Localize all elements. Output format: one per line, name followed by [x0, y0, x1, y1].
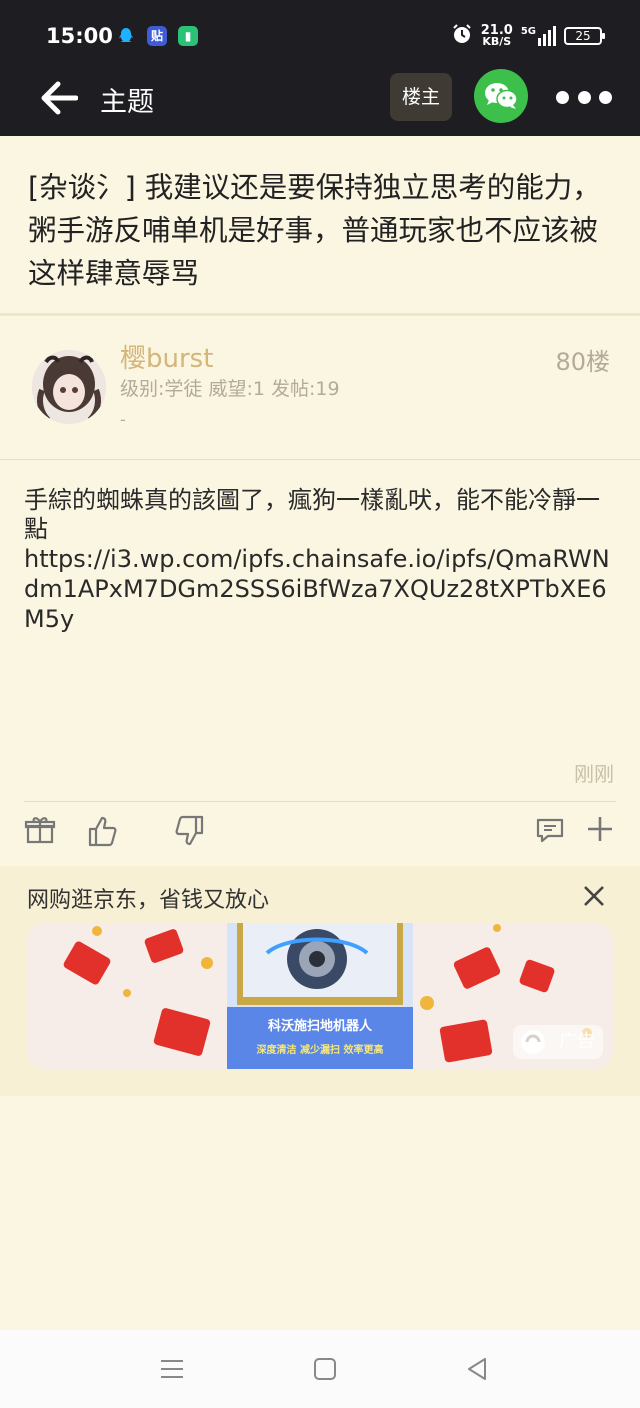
- signal-5g-icon: 5G: [521, 26, 556, 46]
- ad-badge: 广告: [513, 1025, 603, 1059]
- topic-header: [杂谈氵] 我建议还是要保持独立思考的能力，粥手游反哺单机是好事，普通玩家也不应…: [0, 136, 640, 316]
- wechat-share-button[interactable]: [474, 69, 528, 123]
- add-icon[interactable]: [585, 814, 625, 854]
- net-speed: 21.0 KB/S: [480, 23, 513, 48]
- tieba-notification-icon: 贴: [147, 26, 167, 46]
- qq-notification-icon: [116, 26, 136, 46]
- ad-logo-icon: [521, 1030, 545, 1054]
- more-options-button[interactable]: [556, 88, 612, 106]
- status-time: 15:00: [46, 24, 113, 48]
- system-nav-bar: [0, 1330, 640, 1408]
- ad-label[interactable]: 网购逛京东，省钱又放心: [27, 882, 269, 914]
- alarm-icon: [451, 23, 473, 49]
- post-content: 手綜的蜘蛛真的該圖了，瘋狗一樣亂吠，能不能冷靜一點 https://i3.wp.…: [24, 486, 619, 634]
- status-bar: 15:00 贴 ▮ 21.0 KB/S 5G 25: [0, 0, 640, 60]
- op-only-button[interactable]: 楼主: [390, 73, 452, 121]
- dislike-icon[interactable]: [172, 814, 212, 854]
- wechat-icon: [485, 83, 518, 109]
- author-meta: 级别:学徒 威望:1 发帖:19: [120, 378, 340, 400]
- avatar[interactable]: [32, 350, 106, 424]
- menu-icon[interactable]: [159, 1356, 185, 1382]
- ad-banner-title: 科沃施扫地机器人: [267, 1019, 372, 1034]
- ad-product-image: 科沃施扫地机器人 深度清洁 减少漏扫 效率更高: [227, 923, 413, 1069]
- post-link[interactable]: https://i3.wp.com/ipfs.chainsafe.io/ipfs…: [24, 544, 619, 634]
- back-icon[interactable]: [465, 1356, 491, 1382]
- gift-icon[interactable]: [24, 814, 64, 854]
- home-icon[interactable]: [312, 1356, 338, 1382]
- post-author-header: 樱burst 级别:学徒 威望:1 发帖:19 - 80楼: [0, 320, 640, 460]
- post-time: 刚刚: [574, 762, 614, 786]
- author-username[interactable]: 樱burst: [120, 338, 213, 375]
- top-navbar: 主题 楼主: [0, 60, 640, 136]
- ad-banner[interactable]: 科沃施扫地机器人 深度清洁 减少漏扫 效率更高 广告: [27, 923, 613, 1069]
- battery-app-icon: ▮: [178, 26, 198, 46]
- like-icon[interactable]: [86, 814, 126, 854]
- floor-number: 80楼: [555, 348, 610, 376]
- close-icon[interactable]: [580, 882, 608, 910]
- back-arrow-icon[interactable]: [40, 80, 79, 116]
- battery-icon: 25: [564, 27, 605, 45]
- divider: [24, 801, 616, 802]
- author-signature: -: [120, 410, 126, 429]
- ad-banner-subtitle: 深度清洁 减少漏扫 效率更高: [256, 1045, 384, 1056]
- post-text: 手綜的蜘蛛真的該圖了，瘋狗一樣亂吠，能不能冷靜一點: [24, 486, 600, 543]
- ad-section: 网购逛京东，省钱又放心 科沃施扫地机器人 深度清洁 减少漏扫 效率更高 广告: [0, 866, 640, 1096]
- comment-icon[interactable]: [534, 814, 574, 854]
- topic-title: [杂谈氵] 我建议还是要保持独立思考的能力，粥手游反哺单机是好事，普通玩家也不应…: [28, 171, 601, 290]
- page-title: 主题: [100, 87, 154, 118]
